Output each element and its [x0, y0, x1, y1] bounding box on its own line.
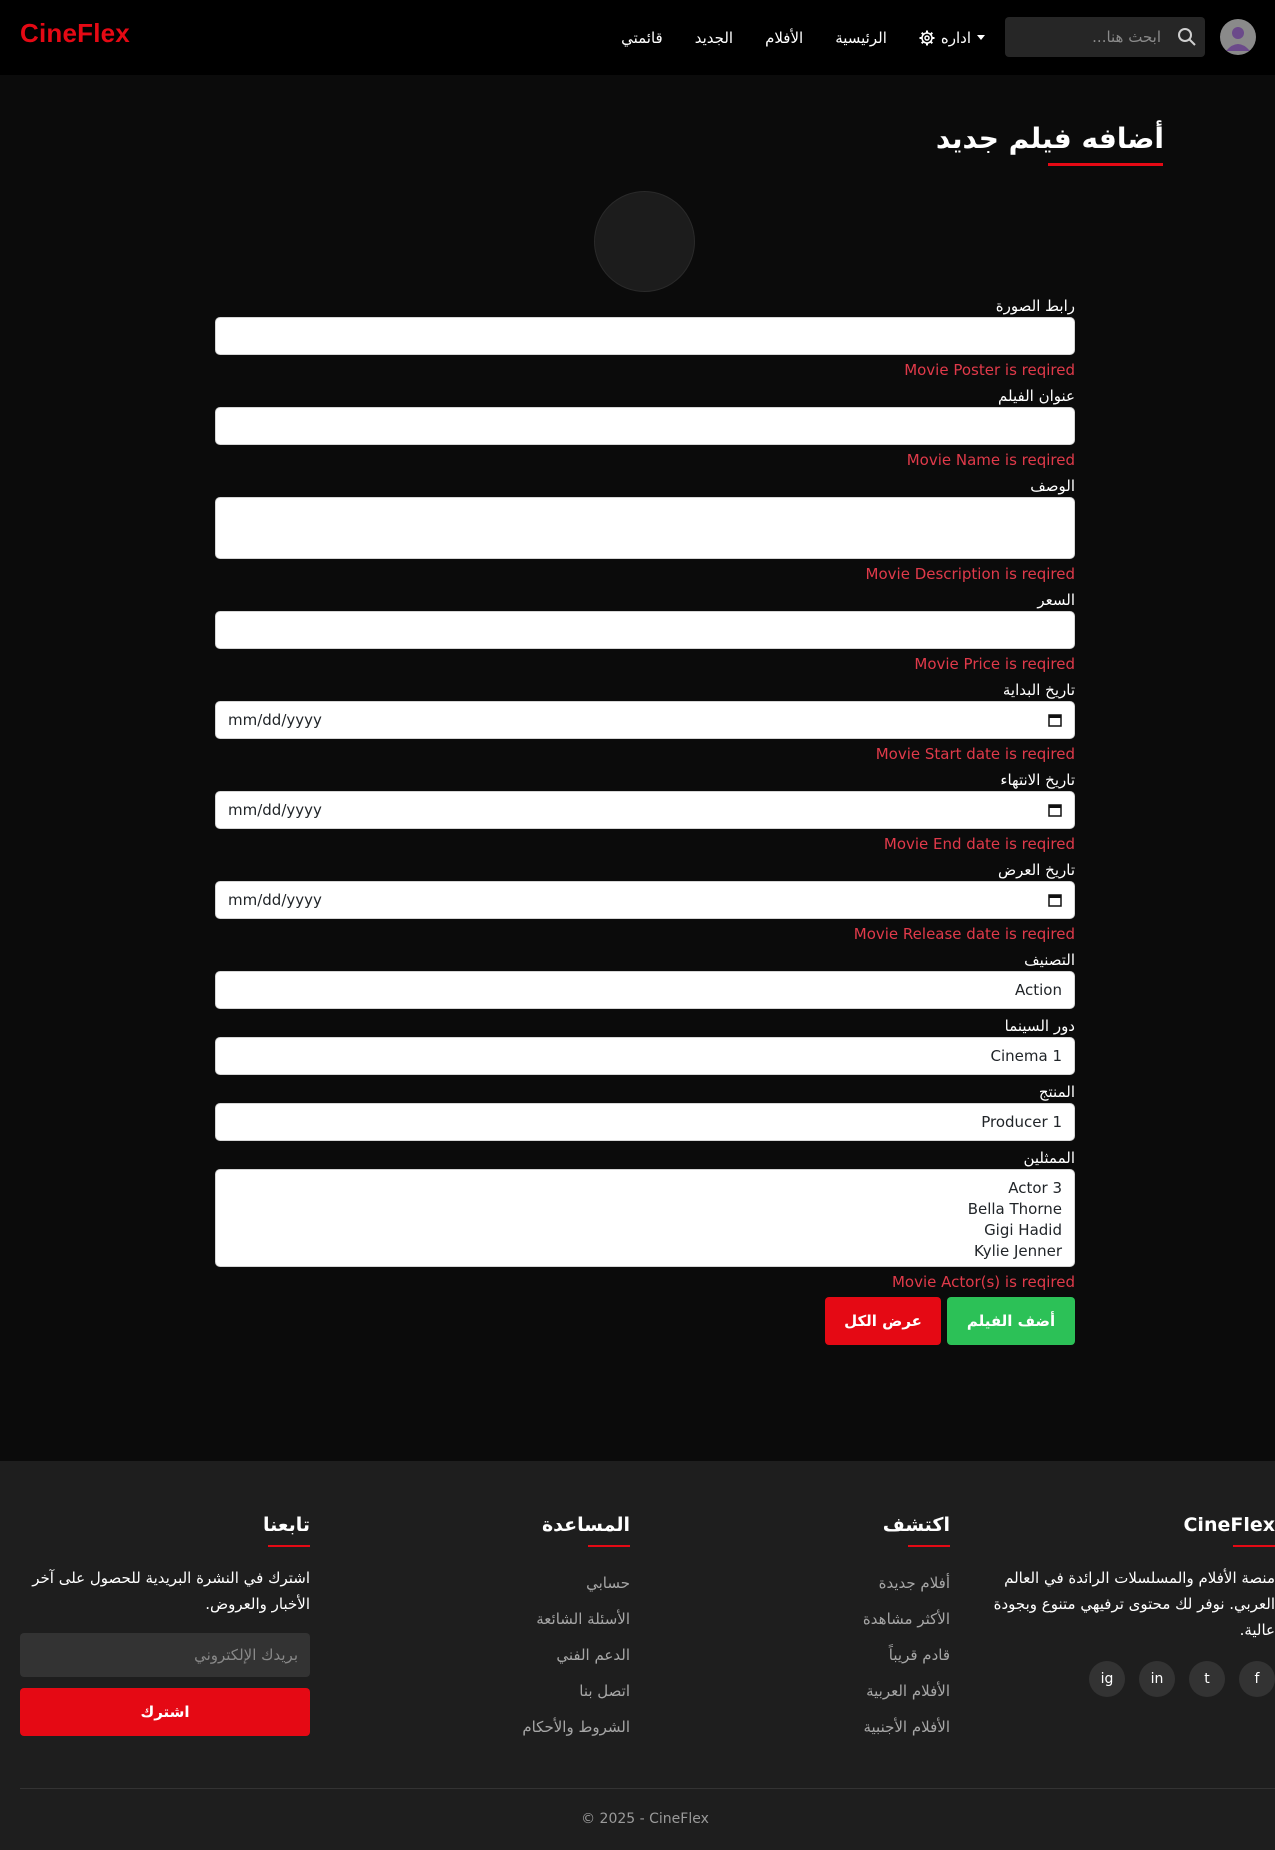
end-date-error: Movie End date is reqired: [883, 835, 1075, 853]
start-date-value: mm/dd/yyyy: [228, 711, 322, 729]
actors-multiselect[interactable]: Actor 3 Bella Thorne Gigi Hadid Kylie Je…: [215, 1169, 1075, 1267]
nav-new[interactable]: الجديد: [695, 29, 733, 47]
movie-name-input[interactable]: [215, 407, 1075, 445]
price-input[interactable]: [215, 611, 1075, 649]
footer-link[interactable]: الشروط والأحكام: [380, 1709, 630, 1745]
footer-link[interactable]: قادم قريباً: [700, 1637, 950, 1673]
footer-link[interactable]: حسابي: [380, 1565, 630, 1601]
poster-label: رابط الصورة: [995, 297, 1075, 315]
footer-link[interactable]: الدعم الفني: [380, 1637, 630, 1673]
name-label: عنوان الفيلم: [998, 387, 1075, 405]
twitter-icon[interactable]: t: [1189, 1661, 1225, 1697]
social-links: ig in t f: [985, 1661, 1275, 1697]
footer-discover-title: اكتشف: [882, 1514, 950, 1536]
actor-option[interactable]: Kylie Jenner: [228, 1241, 1062, 1262]
gear-icon: [919, 30, 935, 45]
search-input[interactable]: [1005, 17, 1173, 57]
release-date-input[interactable]: mm/dd/yyyy: [215, 881, 1075, 919]
footer-help-column: المساعدة حسابي الأسئلة الشائعة الدعم الف…: [380, 1511, 630, 1745]
footer: CineFlex منصة الأفلام والمسلسلات الرائدة…: [0, 1461, 1275, 1850]
copyright: © 2025 - CineFlex: [581, 1811, 709, 1827]
view-all-button[interactable]: عرض الكل: [825, 1297, 941, 1345]
description-textarea[interactable]: [215, 497, 1075, 559]
start-date-input[interactable]: mm/dd/yyyy: [215, 701, 1075, 739]
start-date-label: تاريخ البداية: [1002, 681, 1075, 699]
footer-brand-column: CineFlex منصة الأفلام والمسلسلات الرائدة…: [985, 1511, 1275, 1697]
footer-link[interactable]: الأكثر مشاهدة: [700, 1601, 950, 1637]
category-label: التصنيف: [1024, 951, 1075, 969]
footer-link[interactable]: اتصل بنا: [380, 1673, 630, 1709]
actor-option[interactable]: Gigi Hadid: [228, 1220, 1062, 1241]
nav-admin-dropdown[interactable]: اداره: [919, 29, 985, 47]
user-avatar[interactable]: [1220, 19, 1256, 55]
form-actions: أضف الفيلم عرض الكل: [825, 1297, 1075, 1345]
page-title: أضافه فيلم جديد: [935, 122, 1164, 155]
add-movie-button[interactable]: أضف الفيلم: [947, 1297, 1075, 1345]
category-select[interactable]: Action: [215, 971, 1075, 1009]
linkedin-icon[interactable]: in: [1139, 1661, 1175, 1697]
poster-preview: [594, 191, 695, 292]
footer-link[interactable]: الأسئلة الشائعة: [380, 1601, 630, 1637]
calendar-icon[interactable]: [1048, 713, 1062, 727]
brand-logo[interactable]: CineFlex: [20, 18, 130, 49]
name-error: Movie Name is reqired: [906, 451, 1075, 469]
footer-discover-column: اكتشف أفلام جديدة الأكثر مشاهدة قادم قري…: [700, 1511, 950, 1745]
release-date-label: تاريخ العرض: [998, 861, 1075, 879]
subscribe-button[interactable]: اشترك: [20, 1688, 310, 1736]
cinema-label: دور السينما: [1004, 1017, 1075, 1035]
end-date-label: تاريخ الانتهاء: [1000, 771, 1075, 789]
calendar-icon[interactable]: [1048, 803, 1062, 817]
actors-error: Movie Actor(s) is reqired: [891, 1273, 1075, 1291]
instagram-icon[interactable]: ig: [1089, 1661, 1125, 1697]
actor-option[interactable]: Actor 3: [228, 1178, 1062, 1199]
newsletter-email-input[interactable]: [20, 1633, 310, 1677]
price-error: Movie Price is reqired: [914, 655, 1075, 673]
producer-select[interactable]: Producer 1: [215, 1103, 1075, 1141]
release-date-value: mm/dd/yyyy: [228, 891, 322, 909]
release-date-error: Movie Release date is reqired: [853, 925, 1075, 943]
nav-my-list[interactable]: قائمتي: [621, 29, 663, 47]
footer-follow-column: تابعنا اشترك في النشرة البريدية للحصول ع…: [20, 1511, 310, 1736]
search-box: [1005, 17, 1205, 57]
description-error: Movie Description is reqired: [865, 565, 1075, 583]
footer-brand-title: CineFlex: [1183, 1514, 1275, 1536]
nav-links: قائمتي الجديد الأفلام الرئيسية اداره: [621, 0, 985, 75]
end-date-input[interactable]: mm/dd/yyyy: [215, 791, 1075, 829]
price-label: السعر: [1037, 591, 1075, 609]
navbar: CineFlex قائمتي الجديد الأفلام الرئيسية …: [0, 0, 1275, 75]
footer-link[interactable]: أفلام جديدة: [700, 1565, 950, 1601]
nav-movies[interactable]: الأفلام: [765, 29, 803, 47]
heading-underline: [268, 1545, 310, 1547]
search-icon[interactable]: [1177, 27, 1197, 47]
add-movie-form: رابط الصورة Movie Poster is reqired عنوا…: [215, 295, 1075, 1297]
heading-underline: [588, 1545, 630, 1547]
footer-help-title: المساعدة: [541, 1514, 630, 1536]
nav-home[interactable]: الرئيسية: [835, 29, 887, 47]
heading-underline: [908, 1545, 950, 1547]
actor-option[interactable]: Bella Thorne: [228, 1199, 1062, 1220]
calendar-icon[interactable]: [1048, 893, 1062, 907]
poster-url-input[interactable]: [215, 317, 1075, 355]
description-label: الوصف: [1030, 477, 1075, 495]
caret-down-icon: [977, 35, 985, 40]
newsletter-text: اشترك في النشرة البريدية للحصول على آخر …: [32, 1569, 310, 1613]
footer-divider: [20, 1788, 1275, 1789]
start-date-error: Movie Start date is reqired: [875, 745, 1075, 763]
end-date-value: mm/dd/yyyy: [228, 801, 322, 819]
footer-follow-title: تابعنا: [262, 1514, 310, 1536]
nav-admin-label: اداره: [940, 28, 971, 47]
user-icon: [1226, 27, 1250, 51]
footer-link[interactable]: الأفلام العربية: [700, 1673, 950, 1709]
heading-underline: [1233, 1545, 1275, 1547]
cinema-select[interactable]: Cinema 1: [215, 1037, 1075, 1075]
facebook-icon[interactable]: f: [1239, 1661, 1275, 1697]
title-underline: [1048, 163, 1163, 166]
actors-label: الممثلين: [1023, 1149, 1075, 1167]
footer-link[interactable]: الأفلام الأجنبية: [700, 1709, 950, 1745]
producer-label: المنتج: [1038, 1083, 1075, 1101]
poster-error: Movie Poster is reqired: [904, 361, 1075, 379]
footer-brand-text: منصة الأفلام والمسلسلات الرائدة في العال…: [993, 1569, 1275, 1639]
